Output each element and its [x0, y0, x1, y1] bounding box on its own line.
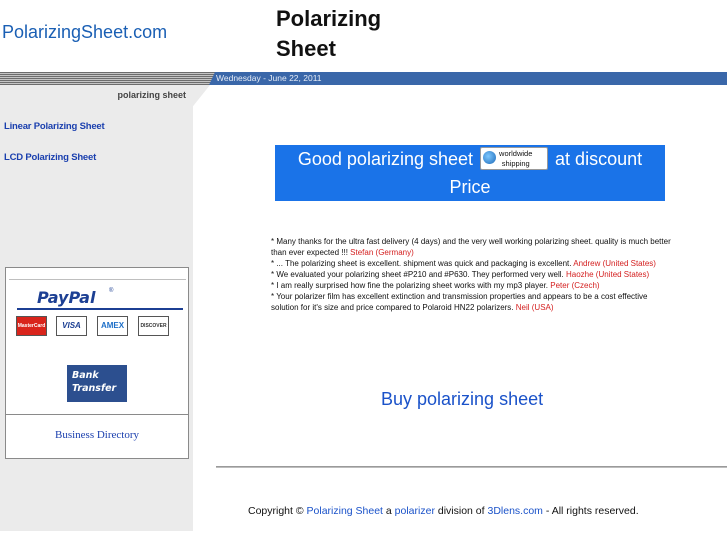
sidebar-heading-tab: polarizing sheet [0, 85, 210, 106]
sidebar-link-linear-polarizing-sheet[interactable]: Linear Polarizing Sheet [4, 121, 105, 132]
badge-line1: worldwide [499, 148, 533, 158]
bank-transfer-button[interactable]: Bank Transfer [67, 365, 127, 402]
striped-bar [0, 72, 215, 85]
paypal-registered-mark: ® [109, 288, 114, 294]
mastercard-icon: MasterCard [16, 316, 47, 336]
footer-text: - All rights reserved. [542, 505, 639, 517]
badge-line2: shipping [501, 158, 530, 168]
footer-link-3dlens[interactable]: 3Dlens.com [487, 505, 542, 517]
paypal-badge[interactable]: PayPal ® MasterCard VISA AMEX DISCOVER [9, 279, 186, 354]
payment-box: PayPal ® MasterCard VISA AMEX DISCOVER B… [5, 267, 189, 459]
business-directory-link[interactable]: Business Directory [6, 429, 188, 441]
paypal-logo: PayPal [37, 288, 96, 307]
paypal-divider [17, 308, 183, 310]
testimonial-author: Stefan (Germany) [350, 248, 414, 257]
badge-text: worldwide shipping [499, 149, 532, 169]
footer-link-polarizing-sheet[interactable]: Polarizing Sheet [307, 505, 383, 517]
discover-icon: DISCOVER [138, 316, 169, 336]
buy-polarizing-sheet-link[interactable]: Buy polarizing sheet [381, 389, 543, 410]
testimonial-author: Neil (USA) [515, 303, 554, 312]
testimonial-text: * I am really surprised how fine the pol… [271, 281, 551, 290]
worldwide-shipping-badge: worldwide shipping [480, 146, 549, 170]
bank-transfer-line1: Bank [72, 370, 99, 381]
promo-banner[interactable]: Good polarizing sheet worldwide shipping … [275, 145, 665, 201]
copyright-prefix: Copyright © [248, 505, 307, 517]
page-title: Polarizing Sheet [276, 6, 382, 61]
globe-icon [483, 151, 497, 165]
site-logo-link[interactable]: PolarizingSheet.com [2, 22, 167, 43]
sidebar-link-lcd-polarizing-sheet[interactable]: LCD Polarizing Sheet [4, 152, 96, 163]
payment-divider [6, 414, 188, 415]
sidebar-heading: polarizing sheet [117, 90, 186, 100]
visa-icon: VISA [56, 316, 87, 336]
header-band: Wednesday - June 22, 2011 [0, 72, 727, 85]
footer-link-polarizer[interactable]: polarizer [395, 505, 435, 517]
testimonial-author: Haozhe (United States) [566, 270, 650, 279]
testimonials: * Many thanks for the ultra fast deliver… [271, 236, 671, 313]
bank-transfer-line2: Transfer [72, 383, 117, 394]
promo-text-start: Good polarizing sheet [297, 149, 474, 169]
testimonial-text: * ... The polarizing sheet is excellent.… [271, 259, 574, 268]
testimonial-text: * Your polarizer film has excellent exti… [271, 292, 648, 312]
amex-icon: AMEX [97, 316, 128, 336]
testimonial-text: * We evaluated your polarizing sheet #P2… [271, 270, 566, 279]
footer-text: division of [434, 505, 488, 517]
copyright-footer: Copyright © Polarizing Sheet a polarizer… [248, 505, 639, 517]
testimonial-author: Peter (Czech) [550, 281, 600, 290]
footer-text: a [382, 505, 395, 517]
testimonial-author: Andrew (United States) [573, 259, 656, 268]
testimonial-text: * Many thanks for the ultra fast deliver… [271, 237, 671, 257]
date-text: Wednesday - June 22, 2011 [216, 73, 322, 83]
content-divider [216, 466, 727, 468]
